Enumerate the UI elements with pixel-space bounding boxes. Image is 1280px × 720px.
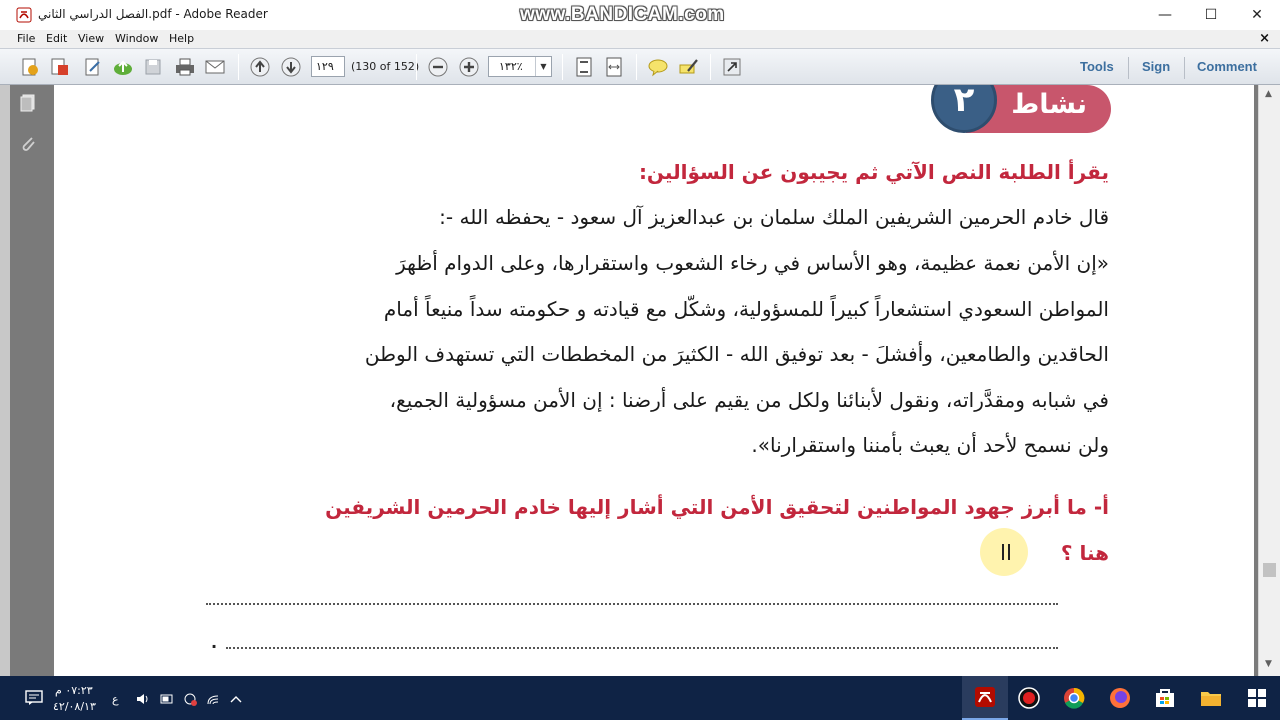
sticky-note-icon[interactable]	[646, 55, 670, 79]
expand-icon[interactable]	[720, 55, 744, 79]
record-icon	[1018, 687, 1040, 709]
activity-badge: نشاط ٢	[931, 85, 1111, 135]
window-title: الفصل الدراسي الثاني.pdf - Adobe Reader	[38, 7, 268, 21]
tools-pane-button[interactable]: Tools	[1080, 59, 1114, 74]
menu-bar: File Edit View Window Help ×	[0, 30, 1280, 48]
previous-page-icon[interactable]	[248, 55, 272, 79]
page-thumbnails-icon[interactable]	[18, 93, 38, 113]
volume-icon[interactable]	[136, 692, 150, 706]
sign-pane-button[interactable]: Sign	[1142, 59, 1170, 74]
network-offline-icon[interactable]	[183, 692, 197, 706]
comment-pane-button[interactable]: Comment	[1197, 59, 1257, 74]
attachments-paperclip-icon[interactable]	[18, 133, 38, 153]
clock-date[interactable]: ٤٢/٠٨/١٣	[53, 700, 96, 713]
toolbar-separator	[710, 54, 711, 80]
page-number-input[interactable]	[311, 56, 345, 77]
upload-cloud-icon[interactable]	[111, 55, 135, 79]
fit-width-icon[interactable]	[602, 55, 626, 79]
email-icon[interactable]	[203, 55, 227, 79]
close-window-button[interactable]: ✕	[1234, 0, 1280, 30]
toolbar-separator	[1128, 57, 1129, 79]
adobe-pdf-icon	[16, 7, 32, 23]
instruction-heading: يقرأ الطلبة النص الآتي ثم يجيبون عن السؤ…	[638, 160, 1109, 184]
scroll-down-icon[interactable]: ▼	[1265, 659, 1272, 669]
quote-line-2: «إن الأمن نعمة عظيمة، وهو الأساس في رخاء…	[396, 251, 1109, 275]
bandicam-watermark: www.BANDICAM.com	[520, 4, 725, 25]
zoom-level-select[interactable]: ١٣٢٪ ▼	[488, 56, 552, 77]
taskbar-bandicam[interactable]	[1006, 676, 1052, 720]
activity-label: نشاط	[1011, 89, 1087, 120]
toolbar-separator	[1184, 57, 1185, 79]
question-a-line-1: أ- ما أبرز جهود المواطنين لتحقيق الأمن ا…	[325, 495, 1109, 519]
activity-number: ٢	[953, 85, 975, 120]
fit-page-icon[interactable]	[572, 55, 596, 79]
combine-files-icon[interactable]	[48, 55, 72, 79]
quote-line-6: ولن نسمح لأحد أن يعبث بأمننا واستقرارنا»…	[751, 433, 1109, 457]
navigation-panel-body	[10, 85, 52, 676]
toolbar-separator	[416, 54, 417, 80]
firefox-icon	[1110, 688, 1130, 708]
create-pdf-icon[interactable]	[18, 55, 42, 79]
windows-taskbar: ٠٧:٢٣ م ٤٢/٠٨/١٣ ع	[0, 676, 1280, 720]
answer-line-2	[226, 647, 1058, 649]
navigation-panel	[0, 85, 52, 676]
battery-icon[interactable]	[160, 692, 174, 706]
chevron-up-icon[interactable]	[229, 692, 243, 706]
adobe-reader-icon	[975, 687, 995, 707]
toolbar: (130 of 152) ١٣٢٪ ▼ Tools	[0, 48, 1280, 85]
input-language-indicator[interactable]: ع	[112, 693, 119, 706]
taskbar-store[interactable]	[1142, 676, 1188, 720]
menu-view[interactable]: View	[78, 32, 104, 45]
title-bar: الفصل الدراسي الثاني.pdf - Adobe Reader …	[0, 0, 1280, 30]
answer-bullet: .	[211, 633, 218, 652]
menu-help[interactable]: Help	[169, 32, 194, 45]
folder-icon	[1201, 692, 1221, 706]
vertical-scrollbar[interactable]: ▲ ▼	[1258, 85, 1280, 676]
notification-icon[interactable]	[25, 690, 43, 706]
chrome-icon	[1064, 687, 1085, 709]
zoom-level-value: ١٣٢٪	[499, 60, 523, 73]
windows-start-button[interactable]	[1234, 676, 1280, 720]
edit-document-icon[interactable]	[81, 55, 105, 79]
windows-logo-icon	[1248, 689, 1266, 707]
text-cursor-icon	[1002, 544, 1010, 560]
menu-edit[interactable]: Edit	[46, 32, 67, 45]
chevron-down-icon[interactable]: ▼	[535, 57, 551, 76]
answer-line-1	[206, 603, 1058, 605]
minimize-button[interactable]: —	[1142, 0, 1188, 30]
taskbar-adobe-reader[interactable]	[962, 676, 1008, 720]
menu-window[interactable]: Window	[115, 32, 158, 45]
save-icon[interactable]	[141, 55, 165, 79]
zoom-out-icon[interactable]	[426, 55, 450, 79]
print-icon[interactable]	[173, 55, 197, 79]
taskbar-file-explorer[interactable]	[1188, 676, 1234, 720]
quote-line-3: المواطن السعودي استشعاراً كبيراً للمسؤول…	[383, 297, 1109, 321]
menu-file[interactable]: File	[17, 32, 35, 45]
next-page-icon[interactable]	[279, 55, 303, 79]
close-document-button[interactable]: ×	[1259, 31, 1270, 46]
clock-time[interactable]: ٠٧:٢٣ م	[55, 684, 93, 697]
taskbar-firefox[interactable]	[1097, 676, 1143, 720]
toolbar-separator	[562, 54, 563, 80]
quote-line-5: في شبابه ومقدَّراته، ونقول لأبنائنا ولكل…	[389, 388, 1109, 412]
adobe-reader-window: الفصل الدراسي الثاني.pdf - Adobe Reader …	[0, 0, 1280, 720]
toolbar-separator	[636, 54, 637, 80]
highlight-text-icon[interactable]	[677, 55, 701, 79]
pdf-page: نشاط ٢ يقرأ الطلبة النص الآتي ثم يجيبون …	[54, 85, 1254, 676]
store-bag-icon	[1156, 689, 1174, 707]
document-viewport[interactable]: نشاط ٢ يقرأ الطلبة النص الآتي ثم يجيبون …	[52, 85, 1258, 676]
maximize-button[interactable]: ☐	[1188, 0, 1234, 30]
taskbar-chrome[interactable]	[1051, 676, 1097, 720]
zoom-in-icon[interactable]	[457, 55, 481, 79]
toolbar-separator	[238, 54, 239, 80]
scroll-up-icon[interactable]: ▲	[1265, 89, 1272, 99]
page-count-label: (130 of 152)	[351, 60, 420, 73]
wifi-icon[interactable]	[206, 692, 220, 706]
question-a-line-2: هنا ؟	[1060, 541, 1109, 565]
quote-line-1: قال خادم الحرمين الشريفين الملك سلمان بن…	[439, 205, 1109, 229]
scrollbar-thumb[interactable]	[1263, 563, 1276, 577]
quote-line-4: الحاقدين والطامعين، وأفشلَ - بعد توفيق ا…	[364, 342, 1109, 366]
